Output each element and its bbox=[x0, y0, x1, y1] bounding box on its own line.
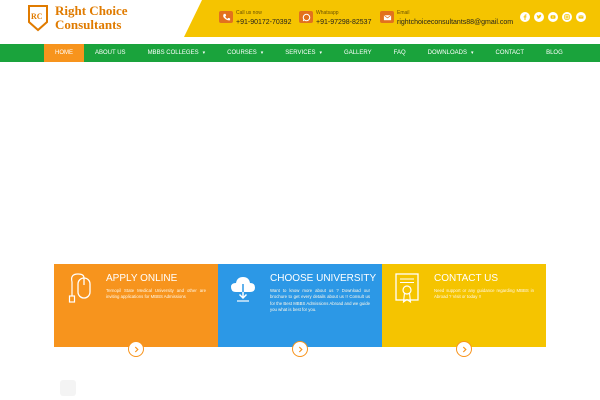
chevron-down-icon: ▾ bbox=[202, 50, 206, 56]
certificate-icon bbox=[395, 273, 419, 304]
chevron-down-icon: ▾ bbox=[470, 50, 474, 56]
card-title: CONTACT US bbox=[434, 273, 499, 284]
social-links bbox=[520, 12, 586, 22]
nav-item-services[interactable]: SERVICES ▾ bbox=[274, 44, 333, 62]
card-more-button[interactable] bbox=[292, 341, 308, 357]
contact-email-label: Email bbox=[397, 10, 410, 16]
whatsapp-icon bbox=[299, 11, 313, 23]
nav-item-label: FAQ bbox=[393, 50, 406, 56]
nav-item-about-us[interactable]: ABOUT US bbox=[84, 44, 137, 62]
mail-icon bbox=[380, 11, 394, 23]
site-header: RC Right Choice Consultants Call us now … bbox=[0, 0, 600, 44]
card-description: Need support or any guidance regarding M… bbox=[434, 288, 534, 300]
mouse-icon bbox=[68, 273, 91, 303]
main-nav: HOME ABOUT US MBBS COLLEGES ▾ COURSES ▾ SE… bbox=[0, 44, 600, 62]
chevron-right-icon bbox=[134, 346, 139, 352]
youtube-icon[interactable] bbox=[548, 12, 558, 22]
instagram-icon[interactable] bbox=[562, 12, 572, 22]
chevron-right-icon bbox=[462, 346, 467, 352]
nav-item-label: ABOUT US bbox=[95, 50, 126, 56]
nav-item-contact[interactable]: CONTACT bbox=[485, 44, 536, 62]
card-more-button[interactable] bbox=[128, 341, 144, 357]
nav-item-label: MBBS COLLEGES bbox=[147, 50, 199, 56]
nav-item-mbbs-colleges[interactable]: MBBS COLLEGES ▾ bbox=[137, 44, 217, 62]
nav-item-label: GALLERY bbox=[344, 50, 372, 56]
logo-badge-icon: RC bbox=[28, 5, 48, 32]
nav-item-home[interactable]: HOME bbox=[44, 44, 84, 62]
nav-item-label: HOME bbox=[55, 50, 73, 56]
nav-item-faq[interactable]: FAQ bbox=[383, 44, 417, 62]
site-logo[interactable]: RC Right Choice Consultants bbox=[27, 4, 128, 32]
decorative-shape bbox=[60, 380, 76, 396]
nav-item-gallery[interactable]: GALLERY bbox=[333, 44, 383, 62]
nav-item-label: COURSES bbox=[227, 50, 257, 56]
contact-whatsapp-value: +91-97298-82537 bbox=[316, 19, 372, 26]
contact-phone-label: Call us now bbox=[236, 10, 262, 16]
card-title: CHOOSE UNIVERSITY bbox=[270, 273, 377, 284]
contact-email[interactable]: Email rightchoiceconsultants88@gmail.com bbox=[380, 9, 513, 27]
card-more-button[interactable] bbox=[456, 341, 472, 357]
nav-item-courses[interactable]: COURSES ▾ bbox=[216, 44, 274, 62]
contact-email-value: rightchoiceconsultants88@gmail.com bbox=[397, 19, 514, 26]
nav-item-label: DOWNLOADS bbox=[427, 50, 467, 56]
brand-name-line1: Right Choice bbox=[55, 3, 128, 18]
contact-whatsapp-label: Whatsapp bbox=[316, 10, 339, 16]
facebook-icon[interactable] bbox=[520, 12, 530, 22]
contact-phone-value: +91-90172-70392 bbox=[236, 19, 292, 26]
contact-phone[interactable]: Call us now +91-90172-70392 bbox=[219, 9, 291, 27]
card-contact-us[interactable]: CONTACT US Need support or any guidance … bbox=[382, 264, 546, 357]
logo-letters: RC bbox=[31, 12, 43, 21]
contact-whatsapp[interactable]: Whatsapp +91-97298-82537 bbox=[299, 9, 371, 27]
chevron-down-icon: ▾ bbox=[319, 50, 323, 56]
chevron-right-icon bbox=[298, 346, 303, 352]
mail-icon[interactable] bbox=[576, 12, 586, 22]
nav-item-label: BLOG bbox=[546, 50, 563, 56]
feature-cards: APPLY ONLINE Ternopil State Medical Univ… bbox=[54, 264, 546, 357]
card-description: Ternopil State Medical University and ot… bbox=[106, 288, 206, 300]
phone-icon bbox=[219, 11, 233, 23]
card-choose-university[interactable]: CHOOSE UNIVERSITY Want to know more abou… bbox=[218, 264, 382, 357]
nav-item-label: SERVICES bbox=[285, 50, 316, 56]
nav-item-downloads[interactable]: DOWNLOADS ▾ bbox=[417, 44, 485, 62]
card-apply-online[interactable]: APPLY ONLINE Ternopil State Medical Univ… bbox=[54, 264, 218, 357]
chevron-down-icon: ▾ bbox=[260, 50, 264, 56]
card-description: Want to know more about us ? Download ou… bbox=[270, 288, 370, 312]
card-title: APPLY ONLINE bbox=[106, 273, 178, 284]
nav-item-blog[interactable]: BLOG bbox=[535, 44, 574, 62]
twitter-icon[interactable] bbox=[534, 12, 544, 22]
brand-name-line2: Consultants bbox=[55, 17, 122, 32]
cloud-download-icon bbox=[231, 277, 255, 302]
nav-item-label: CONTACT bbox=[495, 50, 525, 56]
